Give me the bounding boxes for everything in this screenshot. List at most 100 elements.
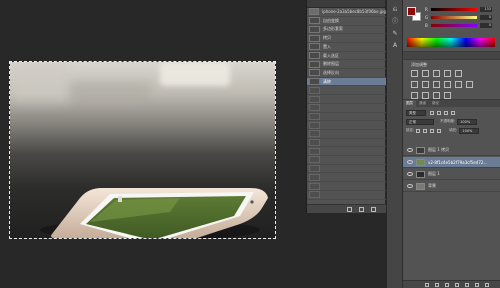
brightness-icon[interactable]	[411, 70, 418, 77]
history-item[interactable]	[307, 173, 386, 183]
filter-adjustment-icon[interactable]	[437, 110, 441, 115]
photo-filter-icon[interactable]	[444, 81, 451, 88]
lock-fill-row: 锁定: 填充: 100%	[406, 127, 480, 134]
link-layers-icon[interactable]	[425, 283, 429, 287]
tab-layers[interactable]: 图层	[403, 100, 416, 107]
trash-icon[interactable]	[485, 283, 489, 287]
layer-row[interactable]: 背景	[403, 181, 500, 192]
visibility-eye-icon[interactable]	[407, 184, 413, 188]
history-item[interactable]: 拷贝	[307, 34, 386, 43]
color-slider-b[interactable]: B0	[425, 23, 495, 28]
slider-value-input[interactable]: 0	[480, 15, 492, 20]
slider-value-input[interactable]: 133	[480, 7, 492, 12]
lock-transparent-icon[interactable]	[416, 128, 421, 133]
layer-row[interactable]: v2-8f1c4e5b2f79a3cf5e472...	[403, 157, 500, 168]
history-item[interactable]: 置入	[307, 43, 386, 52]
hue-saturation-icon[interactable]	[411, 81, 418, 88]
color-spectrum[interactable]	[407, 38, 495, 47]
add-mask-icon[interactable]	[445, 283, 449, 287]
history-item[interactable]	[307, 156, 386, 165]
slider-track[interactable]	[431, 16, 477, 19]
history-item[interactable]	[307, 86, 386, 96]
new-adjustment-layer-icon[interactable]	[455, 283, 459, 287]
fill-input[interactable]: 100%	[459, 127, 480, 134]
phone-with-grass-image	[40, 188, 268, 238]
history-item[interactable]	[307, 130, 386, 139]
exposure-icon[interactable]	[444, 70, 451, 77]
history-item[interactable]	[307, 191, 386, 200]
history-item[interactable]: 删除图层	[307, 60, 386, 69]
layer-row[interactable]: 图层 1	[403, 169, 500, 180]
history-snapshot[interactable]: iphone-2a3a5bec8b53f06be.jpg	[307, 8, 386, 17]
history-item[interactable]: 自由变换	[307, 17, 386, 26]
history-item[interactable]	[307, 121, 386, 130]
history-item[interactable]	[307, 104, 386, 113]
new-layer-icon[interactable]	[475, 283, 479, 287]
document-canvas[interactable]	[0, 0, 306, 288]
history-item[interactable]	[307, 147, 386, 156]
color-slider-g[interactable]: G0	[425, 15, 495, 20]
layer-row[interactable]: 图层 1 拷贝	[403, 145, 500, 156]
properties-icon[interactable]: ⓘ	[391, 18, 399, 25]
filter-shape-icon[interactable]	[451, 110, 455, 115]
color-lookup-icon[interactable]	[466, 81, 473, 88]
lock-label: 锁定:	[406, 128, 415, 132]
history-item[interactable]	[307, 182, 386, 191]
history-item[interactable]: 选择反向	[307, 69, 386, 78]
new-document-from-state-icon[interactable]	[347, 207, 352, 212]
lock-all-icon[interactable]	[437, 128, 442, 133]
history-item[interactable]	[307, 112, 386, 122]
opacity-input[interactable]: 100%	[457, 118, 478, 125]
threshold-icon[interactable]	[433, 92, 440, 99]
tab-channels[interactable]: 通道	[416, 100, 429, 107]
filter-type-icon[interactable]	[444, 110, 448, 115]
history-item[interactable]	[307, 165, 386, 174]
history-state-icon	[309, 34, 320, 42]
brush-icon[interactable]: ✎	[391, 30, 399, 37]
visibility-eye-icon[interactable]	[407, 160, 413, 164]
gradient-map-icon[interactable]	[444, 92, 451, 99]
history-item[interactable]	[307, 139, 386, 148]
new-group-icon[interactable]	[465, 283, 469, 287]
visibility-eye-icon[interactable]	[407, 172, 413, 176]
lock-position-icon[interactable]	[430, 128, 435, 133]
history-state-icon	[309, 165, 320, 173]
history-item[interactable]: 清除	[307, 77, 386, 87]
posterize-icon[interactable]	[422, 92, 429, 99]
slider-track[interactable]	[431, 24, 477, 27]
channel-mixer-icon[interactable]	[455, 81, 462, 88]
invert-icon[interactable]	[411, 92, 418, 99]
blend-mode-select[interactable]: 正常	[406, 118, 434, 125]
color-balance-icon[interactable]	[422, 81, 429, 88]
new-snapshot-icon[interactable]	[359, 207, 364, 212]
black-white-icon[interactable]	[433, 81, 440, 88]
color-slider-r[interactable]: R 133	[425, 7, 495, 12]
slider-value-input[interactable]: 0	[480, 23, 492, 28]
adjustments-tabs[interactable]	[403, 52, 500, 60]
history-item[interactable]	[307, 95, 386, 104]
lock-pixels-icon[interactable]	[423, 128, 428, 133]
trash-icon[interactable]	[371, 207, 376, 212]
color-panel: R 133 G 0 B 0	[403, 0, 500, 52]
layer-style-icon[interactable]	[435, 283, 439, 287]
history-state-icon	[309, 43, 320, 51]
layer-kind-select[interactable]: 类型	[406, 109, 426, 116]
visibility-eye-icon[interactable]	[407, 148, 413, 152]
history-footer	[307, 204, 386, 213]
levels-icon[interactable]	[422, 70, 429, 77]
history-item-label: 清除	[323, 78, 331, 84]
history-icon[interactable]: ⎌	[391, 6, 399, 13]
history-state-icon	[309, 112, 320, 120]
tab-paths[interactable]: 路径	[429, 100, 442, 107]
curves-icon[interactable]	[433, 70, 440, 77]
filter-pixel-icon[interactable]	[430, 110, 434, 115]
history-state-icon	[309, 182, 320, 190]
layers-footer	[403, 280, 500, 288]
history-item[interactable]: 载入选区	[307, 52, 386, 61]
foreground-color-swatch[interactable]	[407, 7, 416, 16]
vibrance-icon[interactable]	[455, 70, 462, 77]
document-image[interactable]	[9, 61, 276, 239]
character-icon[interactable]: A	[391, 42, 399, 49]
slider-track[interactable]	[431, 8, 477, 11]
history-item[interactable]: 多边形套索	[307, 25, 386, 35]
